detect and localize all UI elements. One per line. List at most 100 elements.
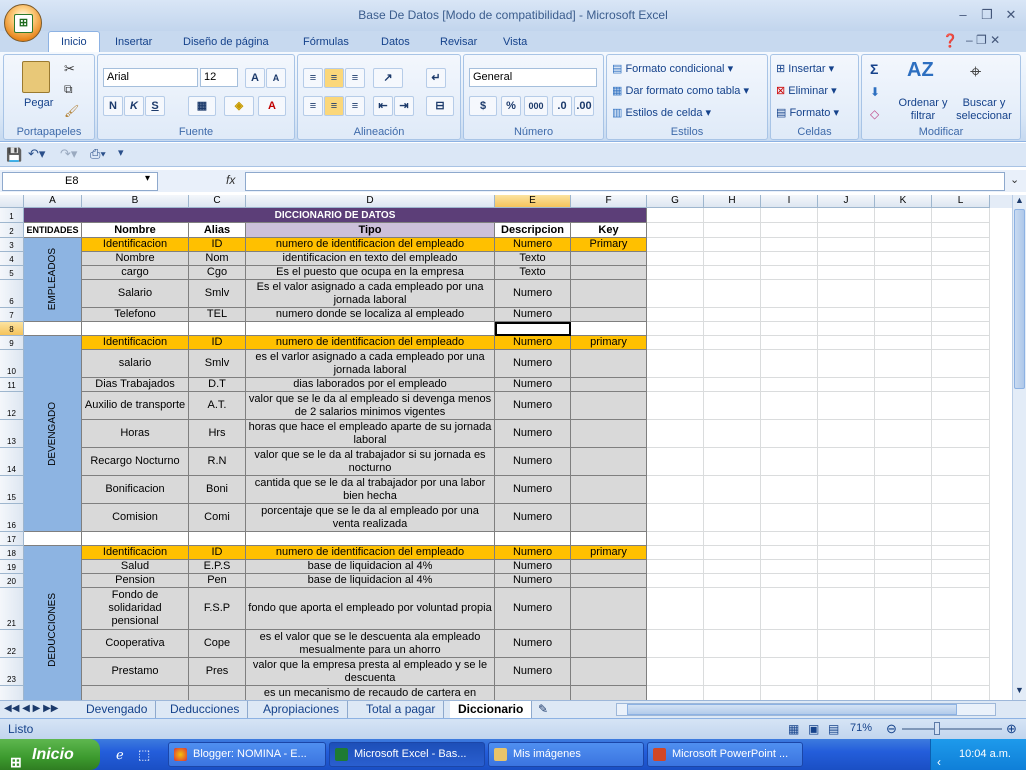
empty-cell[interactable] (647, 280, 704, 308)
column-header-e[interactable]: E (495, 195, 571, 208)
insert-function-button[interactable]: fx (226, 173, 235, 187)
cell-desc[interactable]: Numero (495, 392, 571, 420)
hscroll-thumb[interactable] (627, 704, 957, 715)
worksheet-grid[interactable]: 1 2 3 4 5 6 7 8 9 10 11 12 13 14 15 16 17 18 19 20 21 22 23 DIC… (0, 208, 1012, 700)
empty-cell[interactable] (932, 574, 990, 588)
cell-name[interactable]: Dias Trabajados (82, 378, 189, 392)
cell-desc[interactable]: Numero (495, 476, 571, 504)
orientation-icon[interactable]: ↗ (373, 68, 403, 88)
cell-key[interactable] (571, 420, 647, 448)
empty-cell[interactable] (647, 532, 704, 546)
select-all-corner[interactable] (0, 195, 24, 208)
row-header[interactable]: 14 (0, 448, 24, 476)
horizontal-scrollbar[interactable] (616, 703, 996, 716)
cell-tipo[interactable]: identificacion en texto del empleado (246, 252, 495, 266)
empty-cell[interactable] (24, 532, 82, 546)
scroll-thumb[interactable] (1014, 209, 1025, 389)
cell-name[interactable]: Telefono (82, 308, 189, 322)
cell-alias[interactable]: Smlv (189, 350, 246, 378)
column-header-i[interactable]: I (761, 195, 818, 208)
column-header-k[interactable]: K (875, 195, 932, 208)
empty-cell[interactable] (875, 378, 932, 392)
cell-desc[interactable]: Texto (495, 252, 571, 266)
empty-cell[interactable] (818, 686, 875, 700)
empty-cell[interactable] (875, 532, 932, 546)
row-header[interactable]: 1 (0, 208, 24, 223)
empty-cell[interactable] (818, 392, 875, 420)
empty-cell[interactable] (875, 252, 932, 266)
empty-cell[interactable] (761, 560, 818, 574)
empty-cell[interactable] (761, 574, 818, 588)
empty-cell[interactable] (761, 280, 818, 308)
empty-cell[interactable] (761, 504, 818, 532)
cell-desc[interactable]: Numero (495, 238, 571, 252)
empty-cell[interactable] (932, 208, 990, 223)
scroll-up-icon[interactable]: ▲ (1015, 195, 1024, 205)
cell-alias[interactable]: R.N (189, 448, 246, 476)
increase-decimal-icon[interactable]: .0 (552, 96, 572, 116)
underline-button[interactable]: S (145, 96, 165, 116)
font-color-icon[interactable]: A (258, 96, 286, 116)
cell-key[interactable] (571, 588, 647, 630)
cell-tipo[interactable]: valor que la empresa presta al empleado … (246, 658, 495, 686)
font-size-box[interactable]: 12 (200, 68, 238, 87)
conditional-format-button[interactable]: ▤ Formato condicional ▾ (612, 59, 733, 79)
cell-key[interactable] (571, 350, 647, 378)
empty-cell[interactable] (818, 252, 875, 266)
empty-cell[interactable] (761, 266, 818, 280)
cell-key[interactable]: primary (571, 336, 647, 350)
tab-insertar[interactable]: Insertar (105, 34, 162, 52)
empty-cell[interactable] (818, 223, 875, 238)
cell-alias[interactable]: Cgo (189, 266, 246, 280)
empty-cell[interactable] (761, 252, 818, 266)
copy-icon[interactable]: ⧉ (64, 82, 73, 97)
help-icon[interactable]: ❓ (942, 33, 958, 49)
cell-alias[interactable]: Cope (189, 630, 246, 658)
empty-cell[interactable] (761, 378, 818, 392)
cell-alias[interactable] (189, 686, 246, 700)
empty-cell[interactable] (761, 392, 818, 420)
cell-key[interactable] (571, 308, 647, 322)
cell-name[interactable]: Horas (82, 420, 189, 448)
empty-cell[interactable] (818, 532, 875, 546)
tray-expand-icon[interactable]: ‹ (937, 747, 941, 778)
cell-tipo[interactable]: valor que se le da al empleado si deveng… (246, 392, 495, 420)
cell-key[interactable]: Primary (571, 238, 647, 252)
delete-cells-button[interactable]: ⊠ Eliminar ▾ (776, 81, 837, 101)
align-top-icon[interactable]: ≡ (303, 68, 323, 88)
empty-cell[interactable] (932, 280, 990, 308)
cell-key[interactable] (571, 252, 647, 266)
cell-key[interactable] (571, 378, 647, 392)
empty-cell[interactable] (818, 560, 875, 574)
tab-datos[interactable]: Datos (371, 34, 420, 52)
minimize-icon[interactable]: – (952, 6, 974, 24)
empty-cell[interactable] (875, 238, 932, 252)
quick-print-icon[interactable]: ⎙▾ (90, 146, 106, 162)
format-as-table-button[interactable]: ▦ Dar formato como tabla ▾ (612, 81, 749, 101)
empty-cell[interactable] (571, 532, 647, 546)
cell-desc[interactable]: Numero (495, 574, 571, 588)
empty-cell[interactable] (704, 308, 761, 322)
grow-font-icon[interactable]: A (245, 68, 265, 88)
empty-cell[interactable] (647, 476, 704, 504)
increase-indent-icon[interactable]: ⇥ (394, 96, 414, 116)
wrap-text-icon[interactable]: ↵ (426, 68, 446, 88)
empty-cell[interactable] (647, 574, 704, 588)
cell-desc[interactable]: Numero (495, 658, 571, 686)
empty-cell[interactable] (932, 238, 990, 252)
row-header[interactable]: 19 (0, 560, 24, 574)
restore-icon[interactable]: ❐ (976, 6, 998, 24)
cell-alias[interactable]: TEL (189, 308, 246, 322)
row-header[interactable]: 2 (0, 223, 24, 238)
empty-cell[interactable] (875, 658, 932, 686)
cell-tipo[interactable]: numero de identificacion del empleado (246, 238, 495, 252)
empty-cell[interactable] (704, 392, 761, 420)
decrease-indent-icon[interactable]: ⇤ (373, 96, 393, 116)
row-header[interactable]: 8 (0, 322, 24, 336)
name-box-dropdown-icon[interactable]: ▾ (145, 173, 150, 184)
view-layout-icon[interactable]: ▣ (808, 722, 819, 736)
customize-qat-icon[interactable]: ▾ (118, 146, 124, 159)
cell-styles-button[interactable]: ▥ Estilos de celda ▾ (612, 103, 711, 123)
empty-cell[interactable] (647, 223, 704, 238)
cell-tipo[interactable]: numero donde se localiza al empleado (246, 308, 495, 322)
